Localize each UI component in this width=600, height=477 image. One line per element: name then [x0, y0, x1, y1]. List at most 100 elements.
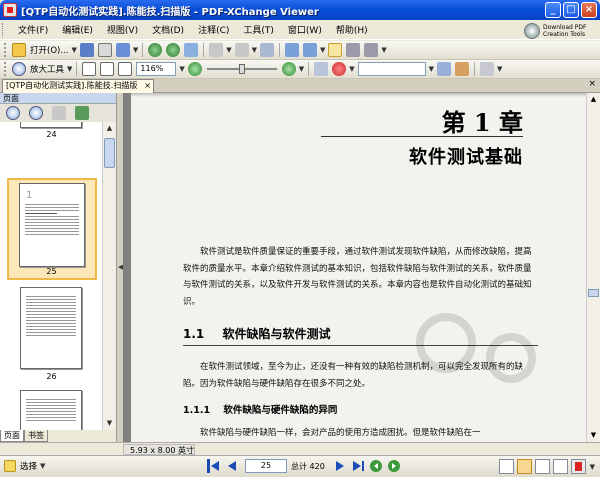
menu-comments[interactable]: 注释(C): [191, 23, 236, 36]
scroll-down-icon[interactable]: ▼: [103, 417, 116, 430]
menu-edit[interactable]: 编辑(E): [55, 23, 100, 36]
save-icon[interactable]: [79, 43, 94, 57]
go-forward-icon[interactable]: [387, 459, 401, 473]
zoom-in-icon[interactable]: [281, 62, 296, 76]
thumbnail-page[interactable]: [20, 122, 82, 128]
undo-icon[interactable]: [209, 43, 224, 57]
thumb-zoom-in-icon[interactable]: [6, 106, 20, 120]
highlight-dropdown-icon[interactable]: ▼: [349, 65, 354, 73]
go-back-icon[interactable]: [369, 459, 383, 473]
layout-dropdown-icon[interactable]: ▼: [590, 463, 595, 471]
fit-page-icon[interactable]: [100, 62, 115, 76]
toolbar-grip[interactable]: [4, 43, 7, 57]
menu-document[interactable]: 文档(D): [145, 23, 191, 36]
scrollbar-thumb[interactable]: [588, 289, 599, 297]
thumbnail-page[interactable]: [20, 390, 82, 430]
rotate-right-icon[interactable]: [303, 43, 317, 57]
thumbnail-list[interactable]: 24 1 25 26: [0, 122, 103, 430]
hand-tool-icon[interactable]: [328, 43, 343, 57]
scroll-down-icon[interactable]: ▼: [587, 429, 600, 442]
thumb-print-icon[interactable]: [52, 106, 66, 120]
typewriter-icon[interactable]: [479, 62, 494, 76]
fit-width-icon[interactable]: [118, 62, 133, 76]
menu-grip[interactable]: [2, 22, 5, 37]
continuous-view-icon[interactable]: [516, 459, 532, 474]
facing-view-icon[interactable]: [534, 459, 550, 474]
print-icon[interactable]: [97, 43, 112, 57]
title-bar[interactable]: [QTP自动化测试实践].陈能技.扫描版 - PDF-XChange Viewe…: [0, 0, 600, 20]
select-label[interactable]: 选择: [20, 460, 37, 472]
menu-file[interactable]: 文件(F): [11, 23, 55, 36]
thumbnail-page[interactable]: [20, 287, 82, 369]
close-tab-icon[interactable]: ×: [144, 80, 151, 92]
zoom-tool-dropdown-icon[interactable]: ▼: [67, 65, 72, 73]
previous-page-icon[interactable]: [225, 459, 239, 473]
actual-size-icon[interactable]: [82, 62, 97, 76]
current-page-field[interactable]: 25: [245, 459, 287, 473]
last-page-icon[interactable]: [351, 459, 365, 473]
undo-dropdown-icon[interactable]: ▼: [226, 46, 231, 54]
menu-help[interactable]: 帮助(H): [329, 23, 375, 36]
minimize-button[interactable]: _: [545, 2, 561, 18]
zoom-in-dropdown-icon[interactable]: ▼: [299, 65, 304, 73]
tab-pages[interactable]: 页面: [0, 430, 24, 442]
menu-tools[interactable]: 工具(T): [236, 23, 281, 36]
download-pdf-tools-link[interactable]: Download PDF Creation Tools: [524, 21, 598, 40]
close-button[interactable]: ×: [581, 2, 597, 18]
snapshot-tool-icon[interactable]: [364, 43, 379, 57]
search-combo-dropdown-icon[interactable]: ▼: [429, 65, 434, 73]
document-tab[interactable]: [QTP自动化测试实践].陈能技.扫描版 ×: [2, 79, 154, 93]
zoom-slider[interactable]: [206, 62, 277, 76]
tool-dropdown-icon[interactable]: ▼: [381, 46, 386, 54]
next-page-icon[interactable]: [333, 459, 347, 473]
select-text-icon[interactable]: [346, 43, 361, 57]
thumbnail-scrollbar[interactable]: ▲ ▼: [102, 122, 116, 430]
search-combo[interactable]: [357, 62, 426, 76]
snapshot-icon[interactable]: [260, 43, 274, 57]
rotate-dropdown-icon[interactable]: ▼: [320, 46, 325, 54]
redo-dropdown-icon[interactable]: ▼: [252, 46, 257, 54]
typewriter-dropdown-icon[interactable]: ▼: [497, 65, 502, 73]
back-icon[interactable]: [148, 43, 163, 57]
select-dropdown-icon[interactable]: ▼: [40, 462, 45, 470]
thumb-zoom-out-icon[interactable]: [29, 106, 43, 120]
properties-icon[interactable]: [184, 43, 199, 57]
zoom-slider-knob[interactable]: [238, 64, 245, 74]
rotate-left-icon[interactable]: [285, 43, 299, 57]
open-dropdown-icon[interactable]: ▼: [71, 46, 76, 54]
forward-icon[interactable]: [166, 43, 181, 57]
document-view[interactable]: 第 1 章 软件测试基础 软件测试是软件质量保证的重要手段，通过软件测试发现软件…: [123, 93, 586, 442]
open-button-label[interactable]: 打开(O)...: [30, 44, 68, 56]
email-icon[interactable]: [115, 43, 130, 57]
scroll-up-icon[interactable]: ▲: [103, 122, 116, 135]
continuous-facing-view-icon[interactable]: [552, 459, 568, 474]
maximize-button[interactable]: □: [563, 2, 579, 18]
select-flag-icon[interactable]: [4, 460, 16, 472]
menu-view[interactable]: 视图(V): [100, 23, 145, 36]
zoom-level-field[interactable]: 116%: [136, 62, 177, 76]
zoom-out-icon[interactable]: [187, 62, 202, 76]
zoom-tool-label[interactable]: 放大工具: [30, 63, 64, 75]
document-scrollbar[interactable]: ▲ ▼: [586, 93, 600, 442]
menu-window[interactable]: 窗口(W): [281, 23, 329, 36]
thumb-options-icon[interactable]: [75, 106, 89, 120]
search-options-icon[interactable]: [454, 62, 469, 76]
single-page-view-icon[interactable]: [498, 459, 514, 474]
toolbar-grip[interactable]: [4, 62, 7, 76]
zoom-tool-icon[interactable]: [12, 62, 26, 76]
scrollbar-thumb[interactable]: [104, 138, 115, 168]
link-icon[interactable]: [314, 62, 329, 76]
scroll-up-icon[interactable]: ▲: [587, 93, 600, 106]
thumbnail-page-selected[interactable]: 1: [19, 183, 85, 267]
no-highlight-icon[interactable]: [332, 62, 347, 76]
app-icon[interactable]: [3, 3, 17, 17]
redo-icon[interactable]: [234, 43, 249, 57]
pdf-options-icon[interactable]: [570, 459, 586, 474]
find-icon[interactable]: [436, 62, 451, 76]
first-page-icon[interactable]: [207, 459, 221, 473]
close-document-icon[interactable]: ×: [588, 79, 596, 89]
zoom-level-dropdown-icon[interactable]: ▼: [179, 65, 184, 73]
tab-bookmarks[interactable]: 书签: [24, 430, 48, 442]
open-folder-icon[interactable]: [12, 43, 26, 57]
email-dropdown-icon[interactable]: ▼: [133, 46, 138, 54]
